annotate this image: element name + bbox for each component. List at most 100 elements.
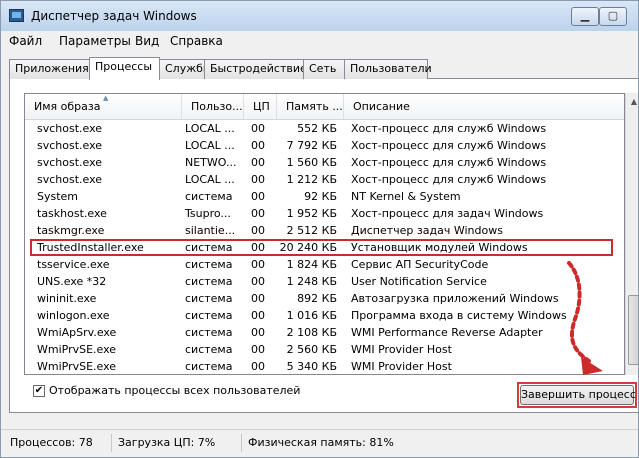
table-row[interactable]: tsservice.exe система 00 1 824 КБ Сервис АП … — [25, 256, 624, 273]
column-memory[interactable]: Память ... — [277, 94, 344, 119]
process-memory: 1 016 КБ — [286, 309, 337, 322]
process-name: System — [37, 190, 79, 203]
process-name: UNS.exe *32 — [37, 275, 107, 288]
process-user: silantie... — [185, 224, 236, 237]
table-row[interactable]: svchost.exe NETWO... 00 1 560 КБ Хост-процес… — [25, 154, 624, 171]
process-user: NETWO... — [185, 156, 237, 169]
process-cpu: 00 — [251, 156, 265, 169]
process-cpu: 00 — [251, 122, 265, 135]
tab-services[interactable]: Службы — [159, 59, 212, 79]
maximize-button[interactable]: ▢ — [599, 7, 627, 26]
process-memory: 1 952 КБ — [286, 207, 337, 220]
process-name: winlogon.exe — [37, 309, 110, 322]
process-cpu: 00 — [251, 309, 265, 322]
table-row[interactable]: taskhost.exe Tsupro... 00 1 952 КБ Хост-проц… — [25, 205, 624, 222]
table-row[interactable]: svchost.exe LOCAL ... 00 7 792 КБ Хост-проце… — [25, 137, 624, 154]
checkmark-icon: ✔ — [34, 385, 44, 396]
process-user: система — [185, 241, 233, 254]
tab-processes[interactable]: Процессы — [89, 57, 160, 80]
column-description[interactable]: Описание — [344, 94, 624, 119]
scrollbar-thumb[interactable] — [628, 295, 638, 365]
process-user: система — [185, 258, 233, 271]
red-arrow-annotation — [567, 261, 603, 375]
table-row[interactable]: taskmgr.exe silantie... 00 2 512 КБ Диспетче… — [25, 222, 624, 239]
process-name: svchost.exe — [37, 173, 103, 186]
process-name: svchost.exe — [37, 156, 103, 169]
process-name: WmiPrvSE.exe — [37, 343, 117, 356]
column-user[interactable]: Пользо... — [182, 94, 244, 119]
status-physical-memory: Физическая память: 81% — [248, 436, 394, 449]
end-process-button[interactable]: Завершить процесс — [520, 385, 636, 405]
process-user: система — [185, 309, 233, 322]
process-cpu: 00 — [251, 360, 265, 373]
show-all-processes-label: Отображать процессы всех пользователей — [49, 384, 301, 397]
title-bar[interactable]: Диспетчер задач Windows ▁ ▢ — [1, 1, 638, 31]
process-description: Хост-процесс для служб Windows — [351, 156, 547, 169]
process-name: WmiPrvSE.exe — [37, 360, 117, 373]
menu-view[interactable]: Вид — [135, 34, 159, 48]
process-cpu: 00 — [251, 190, 265, 203]
tab-network[interactable]: Сеть — [303, 59, 345, 79]
process-name: tsservice.exe — [37, 258, 110, 271]
table-row[interactable]: svchost.exe LOCAL ... 00 552 КБ Хост-процесс… — [25, 120, 624, 137]
process-memory: 2 560 КБ — [286, 343, 337, 356]
process-cpu: 00 — [251, 275, 265, 288]
process-user: LOCAL ... — [185, 122, 235, 135]
column-image-name[interactable]: Имя образа ▲ — [25, 94, 182, 119]
process-user: LOCAL ... — [185, 139, 235, 152]
table-row[interactable]: WmiPrvSE.exe система 00 5 340 КБ WMI Provide… — [25, 358, 624, 374]
process-cpu: 00 — [251, 173, 265, 186]
scroll-up-icon[interactable]: ▲ — [626, 93, 638, 110]
tab-users[interactable]: Пользователи — [344, 59, 432, 79]
process-description: Диспетчер задач Windows — [351, 224, 503, 237]
tab-performance[interactable]: Быстродействие — [204, 59, 307, 79]
show-all-processes-checkbox[interactable]: ✔ — [33, 385, 45, 397]
vertical-scrollbar[interactable]: ▲ — [625, 93, 638, 375]
process-description: Хост-процесс для служб Windows — [351, 122, 547, 135]
table-row[interactable]: WmiApSrv.exe система 00 2 108 КБ WMI Perform… — [25, 324, 624, 341]
process-user: система — [185, 326, 233, 339]
column-cpu[interactable]: ЦП — [244, 94, 277, 119]
menu-bar: Файл Параметры Вид Справка — [1, 31, 638, 52]
table-row[interactable]: WmiPrvSE.exe система 00 2 560 КБ WMI Provide… — [25, 341, 624, 358]
process-memory: 2 512 КБ — [286, 224, 337, 237]
process-user: система — [185, 275, 233, 288]
process-user: LOCAL ... — [185, 173, 235, 186]
process-memory: 2 108 КБ — [286, 326, 337, 339]
process-memory: 1 824 КБ — [286, 258, 337, 271]
process-list[interactable]: Имя образа ▲ Пользо... ЦП Память ... Опи… — [24, 93, 625, 375]
menu-file[interactable]: Файл — [9, 34, 42, 48]
column-image-name-label: Имя образа — [34, 100, 101, 113]
process-cpu: 00 — [251, 139, 265, 152]
menu-options[interactable]: Параметры — [59, 34, 131, 48]
process-user: система — [185, 360, 233, 373]
process-description: Хост-процесс для служб Windows — [351, 139, 547, 152]
task-manager-window: Диспетчер задач Windows ▁ ▢ Файл Парамет… — [0, 0, 639, 458]
tab-applications[interactable]: Приложения — [9, 59, 91, 79]
process-cpu: 00 — [251, 258, 265, 271]
process-cpu: 00 — [251, 207, 265, 220]
app-icon — [9, 9, 24, 22]
status-bar: Процессов: 78 Загрузка ЦП: 7% Физическая… — [1, 429, 638, 457]
process-user: Tsupro... — [185, 207, 231, 220]
minimize-button[interactable]: ▁ — [571, 7, 599, 26]
process-cpu: 00 — [251, 326, 265, 339]
table-row[interactable]: svchost.exe LOCAL ... 00 1 212 КБ Хост-проце… — [25, 171, 624, 188]
process-list-header: Имя образа ▲ Пользо... ЦП Память ... Опи… — [25, 94, 624, 120]
process-user: система — [185, 343, 233, 356]
table-row[interactable]: UNS.exe *32 система 00 1 248 КБ User Notific… — [25, 273, 624, 290]
process-user: система — [185, 292, 233, 305]
process-name: WmiApSrv.exe — [37, 326, 117, 339]
table-row[interactable]: System система 00 92 КБ NT Kernel & System — [25, 188, 624, 205]
menu-help[interactable]: Справка — [170, 34, 223, 48]
table-row[interactable]: winlogon.exe система 00 1 016 КБ Программа в… — [25, 307, 624, 324]
process-user: система — [185, 190, 233, 203]
process-name: wininit.exe — [37, 292, 97, 305]
table-row-highlighted[interactable]: TrustedInstaller.exe система 00 20 240 КБ Ус… — [30, 239, 613, 256]
table-row[interactable]: wininit.exe система 00 892 КБ Автозагрузка п… — [25, 290, 624, 307]
process-cpu: 00 — [251, 343, 265, 356]
process-cpu: 00 — [251, 292, 265, 305]
process-memory: 892 КБ — [297, 292, 337, 305]
status-divider — [111, 434, 112, 452]
process-description: Хост-процесс для служб Windows — [351, 173, 547, 186]
